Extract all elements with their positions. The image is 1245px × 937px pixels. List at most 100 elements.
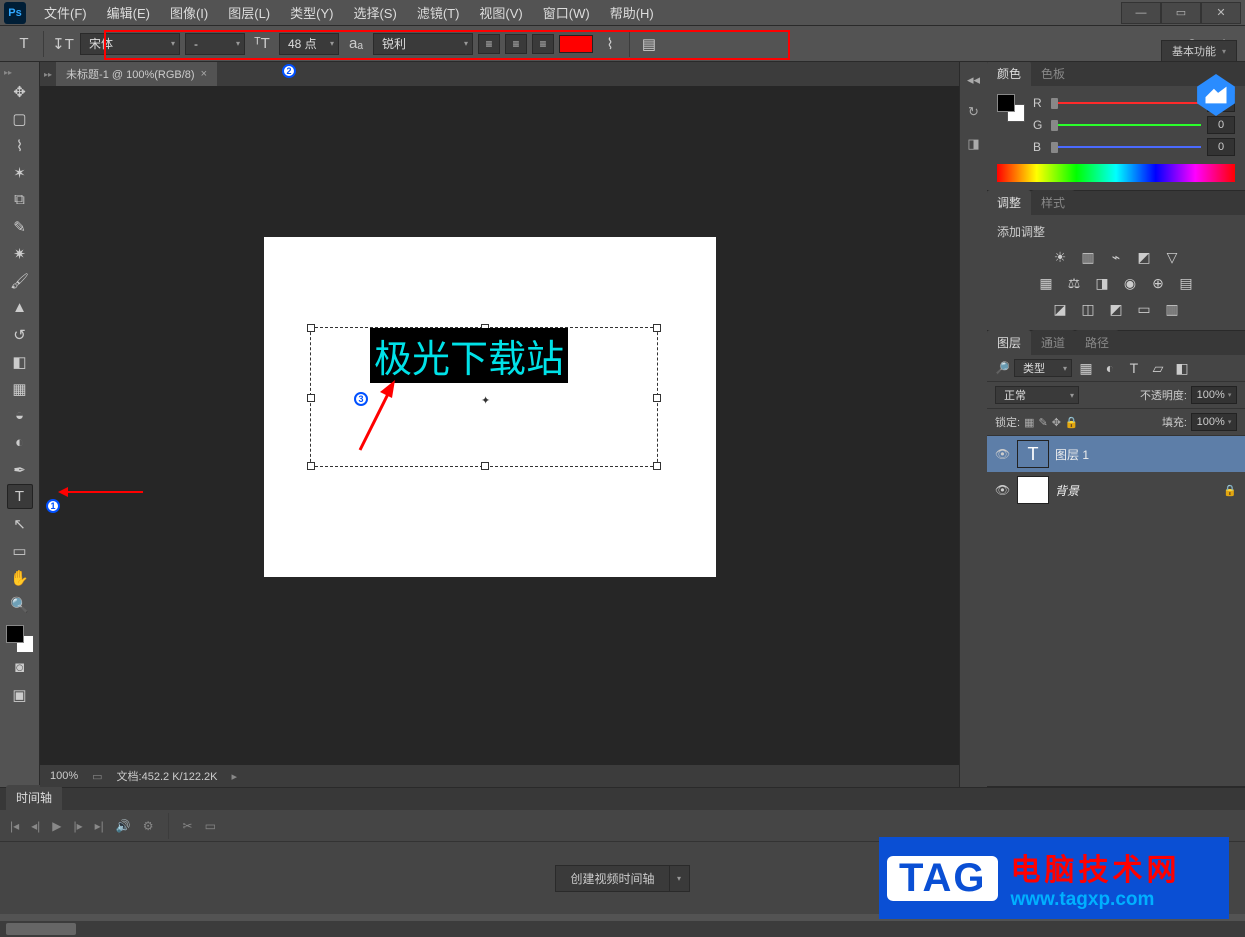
filter-img-icon[interactable]: ▦ [1076,359,1096,377]
g-value[interactable]: 0 [1207,116,1235,134]
filter-type-icon[interactable]: T [1124,359,1144,377]
next-frame-icon[interactable]: |▸ [74,819,83,833]
doc-info-more-icon[interactable]: ▸ [231,770,237,783]
antialias-select[interactable]: 锐利 [373,33,473,55]
settings-icon[interactable]: ⚙ [143,819,154,833]
font-style-select[interactable]: - [185,33,245,55]
panel-color-picker[interactable] [997,94,1025,122]
adjustments-tab[interactable]: 调整 [987,190,1031,215]
menu-filter[interactable]: 滤镜(T) [407,0,470,26]
last-frame-icon[interactable]: ▸| [95,819,104,833]
brightness-icon[interactable]: ☀ [1050,248,1070,266]
layer-filter-select[interactable]: 类型 [1014,359,1072,377]
screen-mode-tool[interactable]: ▣ [7,682,33,707]
crop-tool[interactable]: ⧉ [7,187,33,212]
visibility-icon[interactable]: 👁 [995,483,1011,497]
warp-text-icon[interactable]: ⌇ [598,32,622,56]
text-orientation-icon[interactable]: ↧T [51,32,75,56]
create-timeline-dropdown[interactable]: ▾ [670,865,690,892]
lock-trans-icon[interactable]: ▦ [1024,416,1034,429]
document-tab[interactable]: 未标题-1 @ 100%(RGB/8) × [56,62,217,86]
text-color-swatch[interactable] [559,35,593,53]
history-brush-tool[interactable]: ↺ [7,322,33,347]
text-content[interactable]: 极光下载站 [370,328,568,383]
doc-nav-icon[interactable]: ▭ [92,770,102,783]
filter-smart-icon[interactable]: ◧ [1172,359,1192,377]
menu-file[interactable]: 文件(F) [34,0,97,26]
stamp-tool[interactable]: ▲ [7,295,33,320]
b-slider[interactable] [1051,140,1201,154]
exposure-icon[interactable]: ◩ [1134,248,1154,266]
mixer-icon[interactable]: ⊕ [1148,274,1168,292]
paths-tab[interactable]: 路径 [1075,330,1119,355]
close-button[interactable]: ✕ [1201,2,1241,24]
align-center-button[interactable]: ≡ [505,34,527,54]
vibrance-icon[interactable]: ▽ [1162,248,1182,266]
minimize-button[interactable]: — [1121,2,1161,24]
lock-all-icon[interactable]: 🔒 [1065,416,1079,429]
audio-icon[interactable]: 🔊 [116,819,131,833]
transition-icon[interactable]: ▭ [205,819,216,833]
workspace-switcher[interactable]: 基本功能 [1161,40,1237,62]
eyedropper-tool[interactable]: ✎ [7,214,33,239]
history-panel-icon[interactable]: ↻ [968,104,979,120]
menu-image[interactable]: 图像(I) [160,0,218,26]
color-ramp[interactable] [997,164,1235,182]
lasso-tool[interactable]: ⌇ [7,133,33,158]
gradient-tool[interactable]: ▦ [7,376,33,401]
hand-tool[interactable]: ✋ [7,565,33,590]
path-select-tool[interactable]: ↖ [7,511,33,536]
dodge-tool[interactable]: ◐ [7,430,33,455]
balance-icon[interactable]: ⚖ [1064,274,1084,292]
channels-tab[interactable]: 通道 [1031,330,1075,355]
font-size-select[interactable]: 48 点 [279,33,339,55]
menu-window[interactable]: 窗口(W) [533,0,600,26]
menu-layer[interactable]: 图层(L) [218,0,280,26]
tab-close-icon[interactable]: × [201,68,207,80]
fill-input[interactable]: 100% [1191,413,1237,431]
move-tool[interactable]: ✥ [7,79,33,104]
tab-grip-icon[interactable]: ▸▸ [40,70,56,79]
menu-type[interactable]: 类型(Y) [280,0,343,26]
character-panel-icon[interactable]: ▤ [637,32,661,56]
toolbox-grip-icon[interactable]: ▸▸ [4,68,12,77]
blur-tool[interactable]: ◒ [7,403,33,428]
blend-mode-select[interactable]: 正常 [995,386,1079,404]
layer-row-1[interactable]: 👁 T 图层 1 [987,436,1245,472]
create-timeline-button[interactable]: 创建视频时间轴 ▾ [555,865,689,892]
pen-tool[interactable]: ✒ [7,457,33,482]
selective-color-icon[interactable]: ▥ [1162,300,1182,318]
maximize-button[interactable]: ▭ [1161,2,1201,24]
menu-select[interactable]: 选择(S) [343,0,406,26]
healing-tool[interactable]: ✷ [7,241,33,266]
lock-paint-icon[interactable]: ✎ [1038,416,1047,429]
threshold-icon[interactable]: ◩ [1106,300,1126,318]
split-icon[interactable]: ✂ [183,819,193,833]
properties-panel-icon[interactable]: ◨ [967,136,979,152]
bw-icon[interactable]: ◨ [1092,274,1112,292]
zoom-level[interactable]: 100% [50,770,78,782]
marquee-tool[interactable]: ▢ [7,106,33,131]
align-right-button[interactable]: ≡ [532,34,554,54]
magic-wand-tool[interactable]: ✶ [7,160,33,185]
gradient-map-icon[interactable]: ▭ [1134,300,1154,318]
visibility-icon[interactable]: 👁 [995,447,1011,461]
color-tab[interactable]: 颜色 [987,61,1031,86]
curves-icon[interactable]: ⌁ [1106,248,1126,266]
color-picker[interactable] [6,625,34,653]
levels-icon[interactable]: ▥ [1078,248,1098,266]
layers-tab[interactable]: 图层 [987,330,1031,355]
menu-edit[interactable]: 编辑(E) [97,0,160,26]
layer-name[interactable]: 背景 [1055,482,1079,499]
font-family-select[interactable]: 宋体 [80,33,180,55]
horizontal-scrollbar[interactable] [0,921,1245,937]
filter-icon[interactable]: 🔎 [995,361,1010,375]
posterize-icon[interactable]: ◫ [1078,300,1098,318]
first-frame-icon[interactable]: |◂ [10,819,19,833]
styles-tab[interactable]: 样式 [1031,190,1075,215]
g-slider[interactable] [1051,118,1201,132]
eraser-tool[interactable]: ◧ [7,349,33,374]
photo-filter-icon[interactable]: ◉ [1120,274,1140,292]
shape-tool[interactable]: ▭ [7,538,33,563]
lookup-icon[interactable]: ▤ [1176,274,1196,292]
